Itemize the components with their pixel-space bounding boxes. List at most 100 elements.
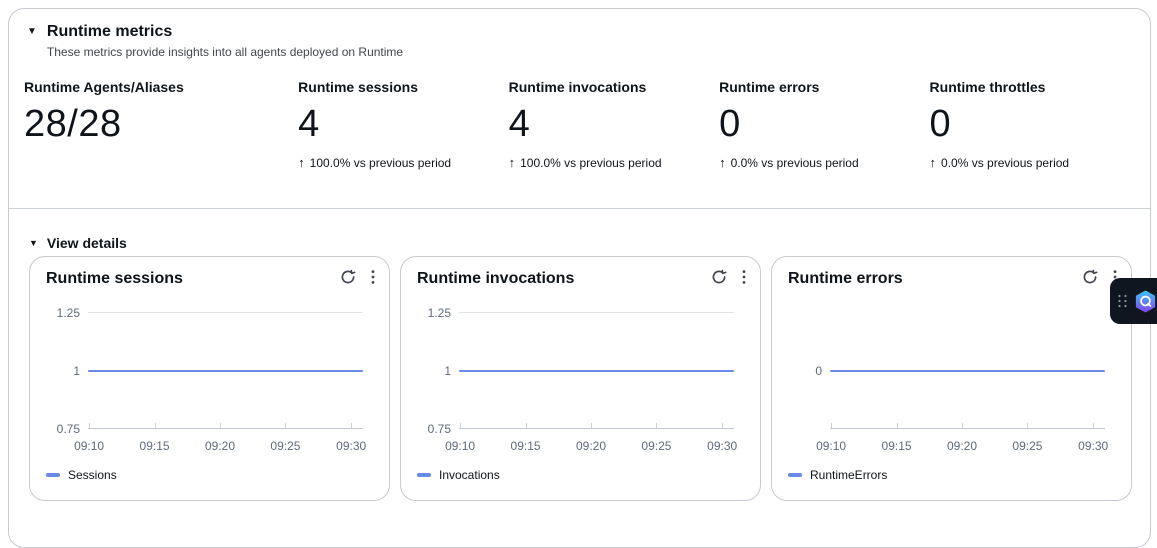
metric-delta-text: 0.0% vs previous period [731,156,859,170]
runtime-metrics-description: These metrics provide insights into all … [47,45,403,59]
x-tick-label: 09:25 [641,439,671,453]
x-tick-label: 09:10 [74,439,104,453]
x-tick-label: 09:15 [511,439,541,453]
x-tick-label: 09:30 [1078,439,1108,453]
chart-title: Runtime sessions [46,270,183,288]
gridline [88,312,363,313]
plot-area [88,313,363,429]
series-line-runtimeerrors [830,370,1105,372]
chart-legend: Invocations [417,468,500,482]
metric-value: 28/28 [24,105,298,145]
y-axis-labels: 0 [772,313,822,429]
y-tick-label: 0 [772,364,822,378]
chart-actions [710,268,747,286]
plot-area [830,313,1105,429]
metric-value: 0 [930,105,1140,145]
x-tick-mark [155,423,156,429]
y-axis-labels: 0.7511.25 [401,313,451,429]
x-axis-line [459,428,734,429]
metric-runtime-sessions: Runtime sessions 4 ↑ 100.0% vs previous … [298,79,508,170]
refresh-button[interactable] [339,268,357,286]
legend-label[interactable]: RuntimeErrors [810,468,887,482]
x-tick-label: 09:10 [445,439,475,453]
collapse-runtime-metrics-icon[interactable]: ▼ [27,23,37,59]
metric-runtime-agents-aliases: Runtime Agents/Aliases 28/28 [24,79,298,170]
metric-runtime-invocations: Runtime invocations 4 ↑ 100.0% vs previo… [509,79,719,170]
chart-title: Runtime errors [788,270,903,288]
x-tick-label: 09:30 [707,439,737,453]
x-tick-mark [1027,423,1028,429]
x-tick-mark [351,423,352,429]
trend-up-icon: ↑ [509,155,516,170]
ellipsis-icon [742,269,746,285]
x-axis-labels: 09:1009:1509:2009:2509:30 [459,439,734,453]
chart-menu-button[interactable] [741,268,747,286]
legend-swatch [417,473,431,477]
x-tick-mark [591,423,592,429]
runtime-metrics-container: ▼ Runtime metrics These metrics provide … [8,8,1151,548]
metric-label: Runtime Agents/Aliases [24,79,298,96]
x-tick-mark [285,423,286,429]
metric-runtime-errors: Runtime errors 0 ↑ 0.0% vs previous peri… [719,79,929,170]
x-axis-line [830,428,1105,429]
y-tick-label: 0.75 [30,422,80,436]
metric-delta: ↑ 0.0% vs previous period [930,155,1140,170]
y-tick-label: 0.75 [401,422,451,436]
chart-menu-button[interactable] [370,268,376,286]
section-divider [9,208,1150,209]
y-tick-label: 1 [401,364,451,378]
runtime-metrics-title: Runtime metrics [47,23,403,41]
metric-delta-text: 100.0% vs previous period [310,156,451,170]
refresh-button[interactable] [710,268,728,286]
x-axis-labels: 09:1009:1509:2009:2509:30 [830,439,1105,453]
metric-label: Runtime invocations [509,79,719,96]
metric-delta: ↑ 100.0% vs previous period [509,155,719,170]
metric-delta-text: 0.0% vs previous period [941,156,1069,170]
series-line-sessions [88,370,363,372]
amazon-q-icon[interactable] [1133,289,1157,314]
y-tick-label: 1 [30,364,80,378]
chart-legend: RuntimeErrors [788,468,887,482]
plot-area [459,313,734,429]
trend-up-icon: ↑ [930,155,937,170]
x-tick-label: 09:20 [205,439,235,453]
chart-card-runtime-errors: Runtime errors 0 09:1009:1509:2009:2509:… [771,256,1132,501]
x-tick-mark [220,423,221,429]
legend-label[interactable]: Sessions [68,468,117,482]
x-tick-mark [831,423,832,429]
metric-label: Runtime throttles [930,79,1140,96]
x-tick-mark [897,423,898,429]
x-tick-mark [656,423,657,429]
x-tick-mark [526,423,527,429]
x-tick-label: 09:30 [336,439,366,453]
amazon-q-widget[interactable] [1110,278,1157,324]
refresh-icon [1082,269,1098,285]
refresh-button[interactable] [1081,268,1099,286]
metric-delta: ↑ 0.0% vs previous period [719,155,929,170]
legend-swatch [788,473,802,477]
x-tick-mark [89,423,90,429]
y-tick-label: 1.25 [30,306,80,320]
runtime-metrics-header: ▼ Runtime metrics These metrics provide … [27,23,403,59]
y-tick-label: 1.25 [401,306,451,320]
metric-label: Runtime sessions [298,79,508,96]
x-tick-label: 09:25 [270,439,300,453]
chart-legend: Sessions [46,468,117,482]
x-tick-mark [1093,423,1094,429]
x-tick-label: 09:15 [140,439,170,453]
chart-card-runtime-sessions: Runtime sessions 0.7511.25 09:1009:1509:… [29,256,390,501]
x-tick-label: 09:20 [576,439,606,453]
metric-value: 0 [719,105,929,145]
x-tick-mark [962,423,963,429]
page: { "colors": { "accent_line": "#688ae8", … [0,0,1157,511]
ellipsis-icon [371,269,375,285]
charts-row: Runtime sessions 0.7511.25 09:1009:1509:… [29,256,1132,501]
chart-title: Runtime invocations [417,270,574,288]
refresh-icon [711,269,727,285]
metric-value: 4 [298,105,508,145]
drag-handle-icon[interactable] [1117,293,1128,309]
y-axis-labels: 0.7511.25 [30,313,80,429]
x-axis-line [88,428,363,429]
legend-label[interactable]: Invocations [439,468,500,482]
collapse-view-details-icon[interactable]: ▼ [29,235,38,251]
